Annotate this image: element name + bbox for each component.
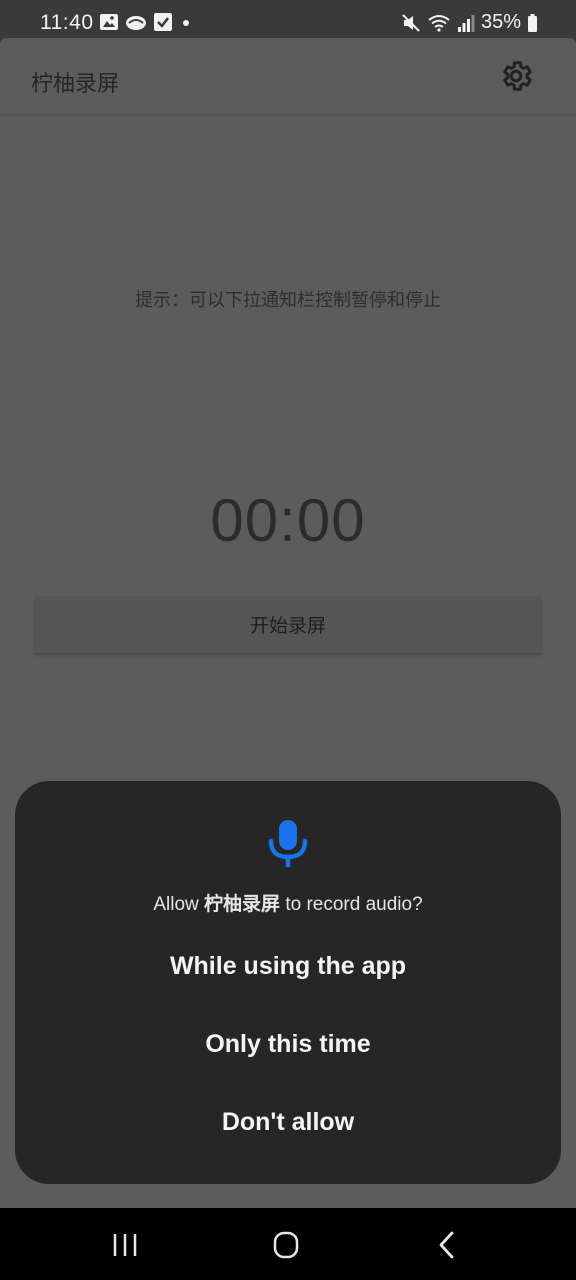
battery-icon: [528, 13, 537, 32]
navigation-bar: [0, 1208, 576, 1280]
home-icon[interactable]: [268, 1228, 304, 1262]
mute-icon: [402, 13, 420, 32]
permission-message: Allow 柠柚录屏 to record audio?: [15, 889, 561, 916]
while-using-app-button[interactable]: While using the app: [15, 936, 561, 996]
message-app-name: 柠柚录屏: [204, 894, 281, 915]
cloud-icon: [126, 16, 146, 30]
hint-text: 提示：可以下拉通知栏控制暂停和停止: [135, 290, 441, 310]
message-suffix: to record audio?: [280, 894, 423, 915]
microphone-icon: [268, 820, 308, 867]
start-recording-button[interactable]: 开始录屏: [35, 596, 541, 653]
start-recording-label: 开始录屏: [249, 616, 326, 637]
app-title: 柠柚录屏: [31, 71, 120, 96]
recent-apps-icon[interactable]: [107, 1228, 143, 1262]
recording-timer: 00:00: [210, 487, 366, 554]
permission-dialog: Allow 柠柚录屏 to record audio? While using …: [15, 781, 561, 1184]
dont-allow-button[interactable]: Don't allow: [15, 1092, 561, 1152]
only-this-time-button[interactable]: Only this time: [15, 1014, 561, 1074]
app-bar: 柠柚录屏: [0, 38, 576, 115]
signal-icon: [457, 14, 475, 32]
image-icon: [100, 14, 118, 30]
dot-icon: [183, 20, 189, 26]
status-time: 11:40: [40, 11, 94, 34]
back-icon[interactable]: [430, 1228, 466, 1262]
checkbox-icon: [154, 13, 172, 31]
message-prefix: Allow: [153, 894, 205, 915]
system-icons: 35%: [401, 11, 538, 34]
wifi-icon: [428, 14, 450, 32]
gear-icon[interactable]: [498, 58, 534, 94]
notification-icons: [99, 12, 193, 32]
battery-percent: 35%: [480, 11, 521, 33]
